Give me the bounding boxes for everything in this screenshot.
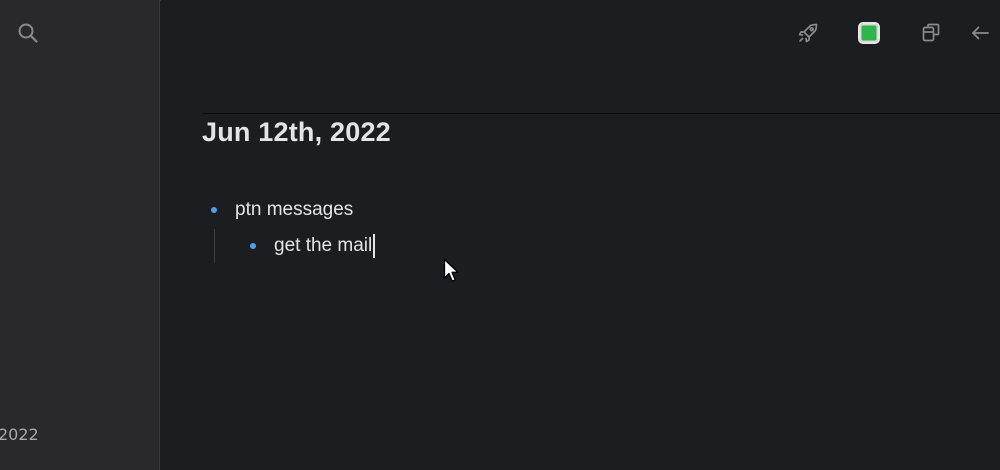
- rocket-button[interactable]: [795, 20, 821, 46]
- block-item[interactable]: ptn messages: [211, 199, 353, 221]
- back-button[interactable]: [967, 20, 993, 46]
- rocket-icon: [798, 23, 818, 43]
- block-text[interactable]: ptn messages: [235, 199, 353, 221]
- search-button[interactable]: [16, 21, 40, 45]
- bullet-dot[interactable]: [211, 207, 217, 213]
- color-swatch-button[interactable]: [856, 20, 882, 46]
- app-window: 2022 Jun 12th, 2022 ptn messages get the…: [0, 0, 1000, 470]
- bullet-dot[interactable]: [250, 243, 256, 249]
- arrow-left-icon: [972, 26, 989, 40]
- indent-guide-line: [214, 229, 215, 263]
- open-in-sidebar-button[interactable]: [918, 20, 944, 46]
- left-sidebar: 2022: [0, 0, 160, 470]
- text-caret: [373, 234, 375, 258]
- block-text-value[interactable]: get the mail: [274, 235, 372, 256]
- block-item-child[interactable]: get the mail: [250, 234, 375, 258]
- mouse-pointer-icon: [443, 258, 459, 282]
- search-icon: [18, 23, 38, 43]
- sidebar-journal-date[interactable]: 2022: [0, 425, 39, 444]
- copy-window-icon: [922, 23, 940, 42]
- main-content: Jun 12th, 2022 ptn messages get the mail: [161, 0, 1000, 470]
- color-swatch: [858, 22, 880, 44]
- page-title[interactable]: Jun 12th, 2022: [202, 117, 391, 148]
- block-text-editing[interactable]: get the mail: [274, 234, 375, 258]
- title-divider: [202, 113, 1000, 114]
